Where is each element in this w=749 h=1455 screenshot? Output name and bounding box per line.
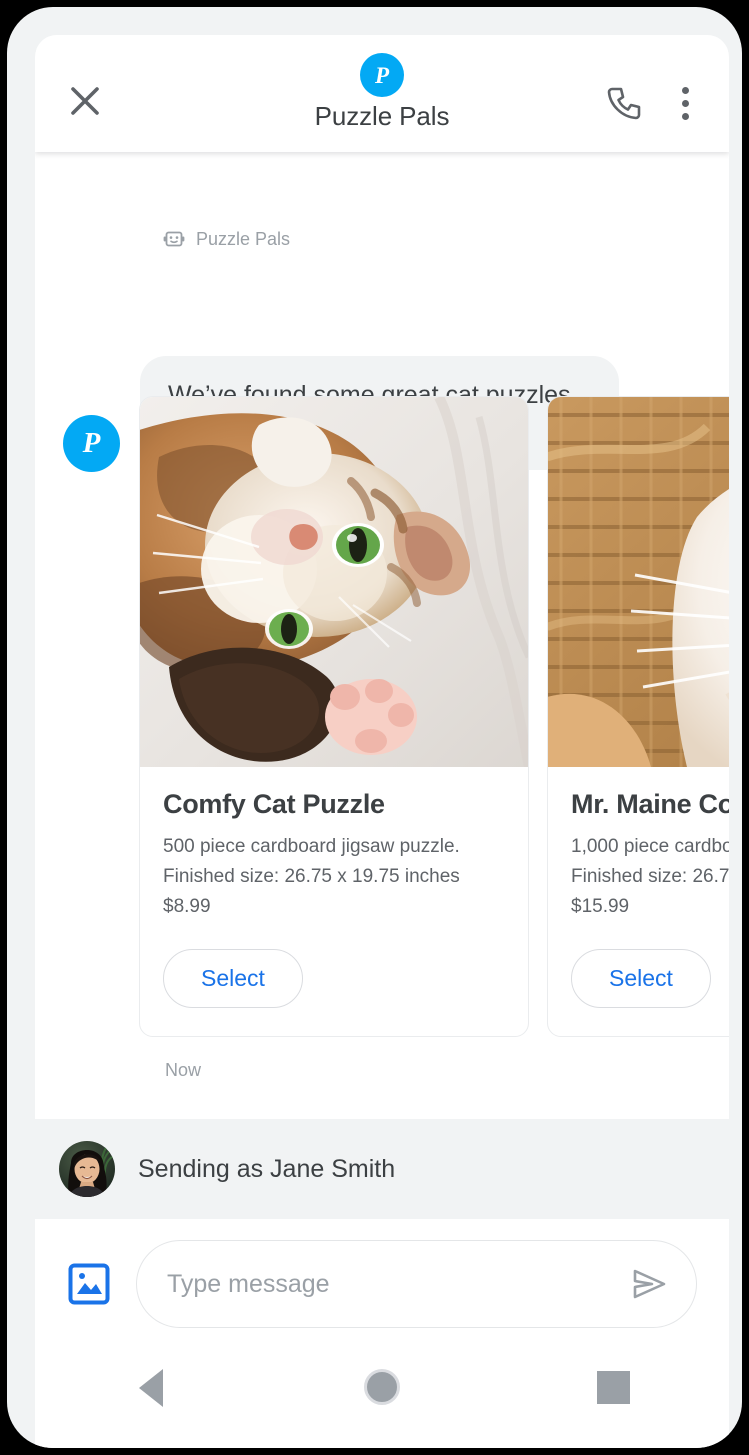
recents-button[interactable] (498, 1369, 729, 1404)
home-button[interactable] (266, 1369, 497, 1405)
message-sender-name: Puzzle Pals (196, 228, 291, 249)
phone-frame: P Puzzle Pals Puzzle Pals P We’ve found … (7, 7, 742, 1448)
product-image-tabby-cat (140, 397, 528, 767)
compose-bar (35, 1219, 729, 1349)
message-list: Puzzle Pals P We’ve found some great cat… (35, 152, 729, 1119)
product-card[interactable]: Comfy Cat Puzzle 500 piece cardboard jig… (139, 396, 529, 1037)
card-desc-line-2: Finished size: 26.75 x 19.75 inches (571, 866, 729, 887)
product-image-maine-coon-cat (548, 397, 729, 767)
message-input[interactable] (167, 1269, 618, 1299)
card-carousel[interactable]: Comfy Cat Puzzle 500 piece cardboard jig… (139, 396, 729, 1037)
sending-as-bar: Sending as Jane Smith (35, 1119, 729, 1219)
avatar: P (63, 415, 120, 472)
send-icon[interactable] (628, 1263, 670, 1305)
dot (681, 86, 689, 94)
back-button[interactable] (35, 1369, 266, 1407)
home-circle-icon (363, 1369, 400, 1405)
card-title: Mr. Maine Coon Puzzle (571, 789, 729, 819)
avatar (59, 1141, 115, 1197)
select-button[interactable]: Select (163, 949, 303, 1008)
select-button[interactable]: Select (571, 949, 711, 1008)
dot (681, 99, 689, 107)
chat-panel: P Puzzle Pals Puzzle Pals P We’ve found … (35, 35, 729, 1119)
card-desc-line-2: Finished size: 26.75 x 19.75 inches (163, 866, 460, 887)
card-body: Mr. Maine Coon Puzzle 1,000 piece cardbo… (548, 767, 729, 1036)
dot (681, 112, 689, 120)
product-card[interactable]: Mr. Maine Coon Puzzle 1,000 piece cardbo… (547, 396, 729, 1037)
image-icon[interactable] (68, 1263, 110, 1305)
sending-as-label: Sending as Jane Smith (138, 1154, 396, 1183)
more-vertical-icon[interactable] (671, 81, 699, 125)
recents-square-icon (596, 1371, 630, 1404)
android-navigation-bar (35, 1349, 729, 1448)
phone-icon[interactable] (604, 83, 644, 123)
card-description: 500 piece cardboard jigsaw puzzle. Finis… (163, 832, 505, 922)
back-triangle-icon (138, 1369, 163, 1407)
message-timestamp: Now (165, 1060, 202, 1080)
card-desc-line-1: 500 piece cardboard jigsaw puzzle. (163, 836, 460, 857)
card-description: 1,000 piece cardboard jigsaw puzzle. Fin… (571, 832, 729, 922)
robot-icon (163, 228, 185, 250)
card-body: Comfy Cat Puzzle 500 piece cardboard jig… (140, 767, 528, 1036)
brand-avatar: P (360, 53, 404, 97)
message-sender-row: Puzzle Pals (163, 228, 290, 250)
message-input-container[interactable] (136, 1240, 697, 1328)
conversation-header: P Puzzle Pals (35, 35, 729, 152)
card-desc-line-1: 1,000 piece cardboard jigsaw puzzle. (571, 836, 729, 857)
card-price: $15.99 (571, 896, 630, 917)
screenshot-stage: P Puzzle Pals Puzzle Pals P We’ve found … (0, 0, 749, 1455)
card-title: Comfy Cat Puzzle (163, 789, 385, 819)
card-price: $8.99 (163, 896, 211, 917)
